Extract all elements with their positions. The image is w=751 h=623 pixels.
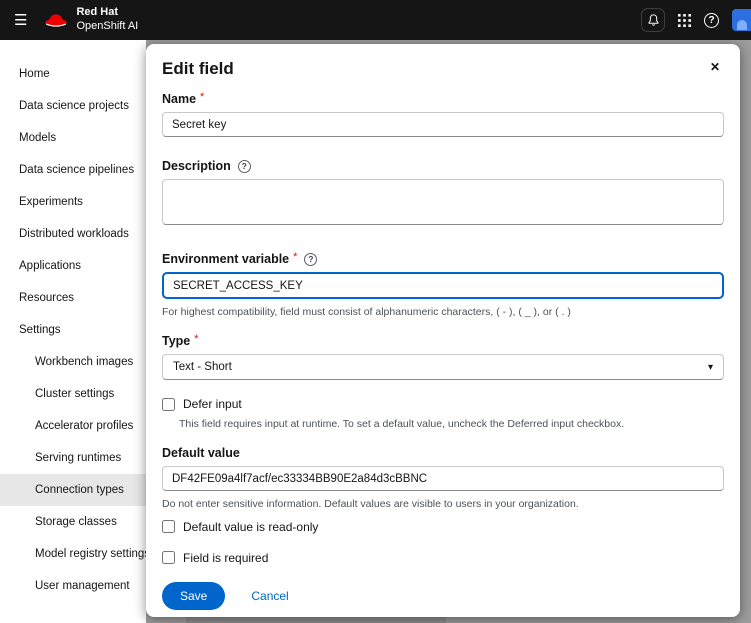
- defer-input-label: Defer input: [183, 397, 242, 411]
- hamburger-menu-icon[interactable]: ☰: [14, 13, 27, 28]
- sidebar-item-accelerator-profiles[interactable]: Accelerator profiles: [0, 410, 146, 442]
- field-required-checkbox[interactable]: [162, 551, 175, 564]
- sidebar-item-user-management[interactable]: User management: [0, 570, 146, 602]
- app-launcher-grid-icon[interactable]: [678, 14, 691, 27]
- masthead-toolbar: ?: [641, 8, 751, 32]
- required-asterisk: *: [194, 333, 198, 345]
- default-readonly-checkbox[interactable]: [162, 520, 175, 533]
- type-select-value: Text - Short: [173, 361, 232, 373]
- notifications-bell-icon[interactable]: [641, 8, 665, 32]
- side-navigation: Home Data science projects Models Data s…: [0, 40, 146, 623]
- default-readonly-checkbox-row[interactable]: Default value is read-only: [162, 520, 724, 534]
- type-select[interactable]: Text - Short ▾: [162, 354, 724, 380]
- sidebar-item-settings[interactable]: Settings: [0, 314, 146, 346]
- type-label: Type *: [162, 334, 724, 348]
- masthead: ☰ Red Hat OpenShift AI: [0, 0, 751, 40]
- brand-secondary: OpenShift AI: [76, 20, 138, 34]
- defer-input-group: Defer input This field requires input at…: [162, 397, 724, 431]
- sidebar-item-cluster-settings[interactable]: Cluster settings: [0, 378, 146, 410]
- description-help-icon[interactable]: ?: [238, 160, 251, 173]
- brand-primary: Red Hat: [76, 6, 138, 20]
- cancel-button[interactable]: Cancel: [251, 589, 288, 603]
- environment-variable-label: Environment variable * ?: [162, 252, 724, 266]
- name-field-group: Name *: [162, 92, 724, 137]
- user-avatar[interactable]: [732, 9, 751, 31]
- brand-logo: Red Hat OpenShift AI: [43, 6, 138, 34]
- field-required-checkbox-row[interactable]: Field is required: [162, 551, 724, 565]
- default-value-field-group: Default value Do not enter sensitive inf…: [162, 446, 724, 511]
- sidebar-item-serving-runtimes[interactable]: Serving runtimes: [0, 442, 146, 474]
- modal-title: Edit field: [162, 59, 234, 79]
- name-input[interactable]: [162, 112, 724, 137]
- brand-text: Red Hat OpenShift AI: [76, 6, 138, 34]
- type-label-text: Type: [162, 334, 190, 348]
- name-label-text: Name: [162, 92, 196, 106]
- type-field-group: Type * Text - Short ▾: [162, 334, 724, 380]
- save-button[interactable]: Save: [162, 582, 225, 610]
- description-label: Description ?: [162, 159, 724, 173]
- redhat-fedora-icon: [43, 11, 69, 29]
- description-label-text: Description: [162, 159, 231, 173]
- sidebar-item-home[interactable]: Home: [0, 58, 146, 90]
- sidebar-item-distributed-workloads[interactable]: Distributed workloads: [0, 218, 146, 250]
- required-asterisk: *: [200, 91, 204, 103]
- sidebar-item-data-science-projects[interactable]: Data science projects: [0, 90, 146, 122]
- default-value-label: Default value: [162, 446, 724, 460]
- sidebar-item-data-science-pipelines[interactable]: Data science pipelines: [0, 154, 146, 186]
- required-asterisk: *: [293, 251, 297, 263]
- edit-field-modal: Edit field ✕ Name * Description ? Enviro…: [146, 44, 740, 617]
- chevron-down-icon: ▾: [708, 362, 713, 373]
- default-value-input[interactable]: [162, 466, 724, 491]
- environment-variable-help-icon[interactable]: ?: [304, 253, 317, 266]
- sidebar-item-storage-classes[interactable]: Storage classes: [0, 506, 146, 538]
- sidebar-item-connection-types[interactable]: Connection types: [0, 474, 146, 506]
- environment-variable-label-text: Environment variable: [162, 252, 289, 266]
- field-required-label: Field is required: [183, 551, 268, 565]
- default-value-label-text: Default value: [162, 446, 240, 460]
- defer-input-checkbox[interactable]: [162, 398, 175, 411]
- sidebar-item-experiments[interactable]: Experiments: [0, 186, 146, 218]
- environment-variable-input[interactable]: [162, 272, 724, 299]
- defer-input-helper-text: This field requires input at runtime. To…: [179, 417, 724, 431]
- help-icon[interactable]: ?: [704, 13, 719, 28]
- name-label: Name *: [162, 92, 724, 106]
- default-value-helper-text: Do not enter sensitive information. Defa…: [162, 497, 724, 511]
- sidebar-item-model-registry-settings[interactable]: Model registry settings: [0, 538, 146, 570]
- sidebar-item-applications[interactable]: Applications: [0, 250, 146, 282]
- environment-variable-helper-text: For highest compatibility, field must co…: [162, 305, 724, 319]
- sidebar-item-models[interactable]: Models: [0, 122, 146, 154]
- modal-actions: Save Cancel: [162, 582, 724, 610]
- description-field-group: Description ?: [162, 159, 724, 230]
- defer-input-checkbox-row[interactable]: Defer input: [162, 397, 724, 411]
- description-textarea[interactable]: [162, 179, 724, 225]
- avatar-person-icon: [737, 20, 747, 30]
- sidebar-item-workbench-images[interactable]: Workbench images: [0, 346, 146, 378]
- sidebar-item-resources[interactable]: Resources: [0, 282, 146, 314]
- environment-variable-field-group: Environment variable * ? For highest com…: [162, 252, 724, 319]
- default-readonly-label: Default value is read-only: [183, 520, 318, 534]
- close-icon[interactable]: ✕: [706, 59, 724, 75]
